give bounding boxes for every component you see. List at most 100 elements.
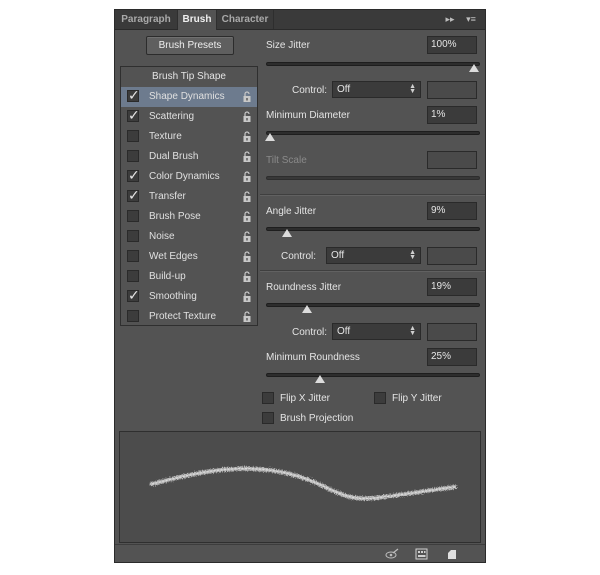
list-item[interactable]: Wet Edges [121,247,257,267]
tilt-scale-label: Tilt Scale [266,155,307,166]
roundness-jitter-thumb[interactable] [302,305,313,313]
lock-icon[interactable] [242,211,252,223]
new-brush-icon[interactable] [445,548,459,560]
eye-brush-icon[interactable] [385,548,399,560]
list-item-checkbox[interactable] [127,130,139,142]
list-item[interactable]: ✓ Smoothing [121,287,257,307]
size-jitter-field[interactable]: 100% [427,36,477,54]
list-item[interactable]: ✓ Scattering [121,107,257,127]
lock-icon[interactable] [242,251,252,263]
control-extra-field [427,81,477,99]
control-extra-field [427,323,477,341]
lock-icon[interactable] [242,191,252,203]
checkmark-icon: ✓ [128,187,140,203]
flip-x-label: Flip X Jitter [280,393,331,404]
lock-icon[interactable] [242,271,252,283]
control-label: Control: [292,85,328,96]
list-item-label: Dual Brush [149,151,199,162]
angle-jitter-field[interactable]: 9% [427,202,477,220]
minimum-roundness-label: Minimum Roundness [266,352,360,363]
list-item-label: Build-up [149,271,186,282]
control-extra-field [427,247,477,265]
control-select-value: Off [337,326,351,337]
size-jitter-slider[interactable] [266,62,480,66]
double-arrow-icon[interactable]: ▸▸ [443,13,457,25]
minimum-roundness-slider[interactable] [266,373,480,377]
minimum-diameter-thumb[interactable] [265,133,276,141]
tab-character[interactable]: Character [217,10,274,29]
control-select-value: Off [331,250,345,261]
flip-x-checkbox[interactable] [262,392,274,404]
list-item-label: Scattering [149,111,195,122]
lock-icon[interactable] [242,171,252,183]
control-select[interactable]: Off ▲ ▼ [326,247,421,264]
list-item[interactable]: ✓ Color Dynamics [121,167,257,187]
angle-jitter-thumb[interactable] [281,229,292,237]
lock-icon[interactable] [242,91,252,103]
select-arrows-icon: ▲ ▼ [409,83,416,95]
list-item-label: Brush Pose [149,211,201,222]
list-item-checkbox[interactable]: ✓ [127,187,140,203]
minimum-diameter-label: Minimum Diameter [266,110,350,121]
list-item-checkbox[interactable]: ✓ [127,107,140,123]
control-select[interactable]: Off ▲ ▼ [332,323,421,340]
brush-projection-label: Brush Projection [280,413,354,424]
lock-icon[interactable] [242,131,252,143]
select-arrows-icon: ▲ ▼ [409,249,416,261]
brush-presets-button[interactable]: Brush Presets [146,36,234,55]
tab-bar: Paragraph Brush Character ▸▸ ▾≡ [115,10,485,30]
minimum-roundness-field[interactable]: 25% [427,348,477,366]
lock-icon[interactable] [242,151,252,163]
lock-icon[interactable] [242,231,252,243]
list-item-checkbox[interactable]: ✓ [127,87,140,103]
lock-icon[interactable] [242,111,252,123]
list-item[interactable]: ✓ Shape Dynamics [121,87,257,107]
list-item-checkbox[interactable] [127,250,139,262]
lock-icon[interactable] [242,291,252,303]
list-item[interactable]: Protect Texture [121,307,257,327]
lock-icon[interactable] [242,311,252,323]
list-item-label: Texture [149,131,182,142]
minimum-roundness-thumb[interactable] [314,375,325,383]
flip-y-checkbox[interactable] [374,392,386,404]
list-item-checkbox[interactable] [127,310,139,322]
list-item-checkbox[interactable]: ✓ [127,287,140,303]
list-item-checkbox[interactable] [127,230,139,242]
minimum-diameter-slider[interactable] [266,131,480,135]
tab-brush[interactable]: Brush [178,10,217,30]
list-item-checkbox[interactable] [127,150,139,162]
grid-icon[interactable] [415,548,429,560]
checkmark-icon: ✓ [128,287,140,303]
list-item-checkbox[interactable] [127,270,139,282]
panel-footer [115,544,485,563]
size-jitter-thumb[interactable] [469,64,479,72]
minimum-diameter-field[interactable]: 1% [427,106,477,124]
brush-projection-checkbox[interactable] [262,412,274,424]
list-item[interactable]: Texture [121,127,257,147]
control-label: Control: [292,327,328,338]
brush-settings-list: Brush Tip Shape ✓ Shape Dynamics ✓ Scatteri… [120,66,258,326]
checkmark-icon: ✓ [128,87,140,103]
list-item-checkbox[interactable] [127,210,139,222]
angle-jitter-slider[interactable] [266,227,480,231]
list-item-brush-tip-shape[interactable]: Brush Tip Shape [121,67,257,87]
list-item-label: Transfer [149,191,186,202]
list-item-checkbox[interactable]: ✓ [127,167,140,183]
brush-panel: Paragraph Brush Character ▸▸ ▾≡ Brush Pr… [114,9,486,563]
list-item[interactable]: Brush Pose [121,207,257,227]
checkmark-icon: ✓ [128,167,140,183]
list-item-label: Color Dynamics [149,171,220,182]
list-item-label: Noise [149,231,175,242]
tilt-scale-slider [266,176,480,180]
list-item[interactable]: Noise [121,227,257,247]
control-select[interactable]: Off ▲ ▼ [332,81,421,98]
list-item-label: Protect Texture [149,311,217,322]
roundness-jitter-slider[interactable] [266,303,480,307]
tab-paragraph[interactable]: Paragraph [115,10,178,29]
panel-menu-icon[interactable]: ▾≡ [462,13,480,25]
list-item[interactable]: Dual Brush [121,147,257,167]
list-item-label: Wet Edges [149,251,198,262]
roundness-jitter-field[interactable]: 19% [427,278,477,296]
list-item[interactable]: Build-up [121,267,257,287]
list-item[interactable]: ✓ Transfer [121,187,257,207]
